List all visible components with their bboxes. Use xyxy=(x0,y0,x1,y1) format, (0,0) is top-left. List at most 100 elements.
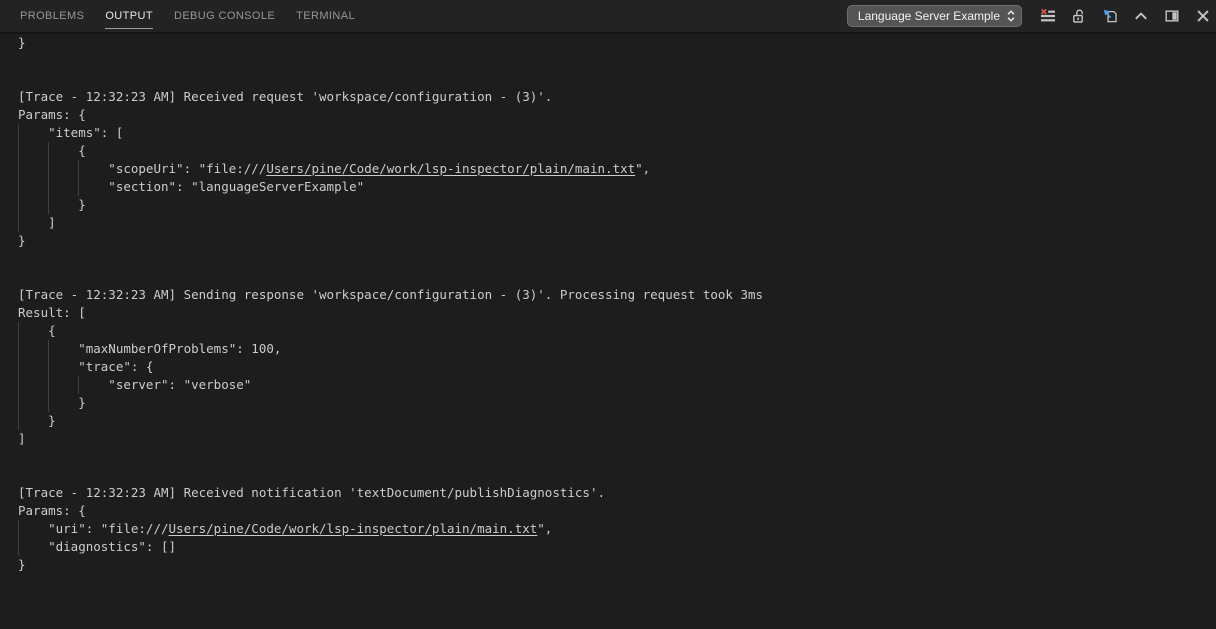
log-line xyxy=(0,70,1216,88)
log-text: ] xyxy=(18,431,26,446)
log-line: "uri": "file:///Users/pine/Code/work/lsp… xyxy=(0,520,1216,538)
log-text: ", xyxy=(635,161,650,176)
indent-guide xyxy=(18,214,19,232)
log-line: Result: [ xyxy=(0,304,1216,322)
indent-guide xyxy=(48,340,49,358)
indent-guide xyxy=(18,142,19,160)
log-text: } xyxy=(18,197,86,212)
log-text: "maxNumberOfProblems": 100, xyxy=(18,341,281,356)
log-line: } xyxy=(0,412,1216,430)
log-text: "items": [ xyxy=(18,125,123,140)
clear-output-icon[interactable] xyxy=(1039,7,1057,25)
log-line: [Trace - 12:32:23 AM] Received notificat… xyxy=(0,484,1216,502)
indent-guide xyxy=(18,322,19,340)
log-text: } xyxy=(18,395,86,410)
log-text: ] xyxy=(18,215,56,230)
log-text: { xyxy=(18,143,86,158)
indent-guide xyxy=(18,394,19,412)
log-line: { xyxy=(0,322,1216,340)
log-line xyxy=(0,448,1216,466)
log-line: } xyxy=(0,556,1216,574)
log-line: Params: { xyxy=(0,502,1216,520)
indent-guide xyxy=(48,142,49,160)
log-text: "section": "languageServerExample" xyxy=(18,179,364,194)
log-line: } xyxy=(0,394,1216,412)
panel-tab-problems[interactable]: PROBLEMS xyxy=(20,0,84,32)
output-channel-select[interactable]: Language Server Example xyxy=(847,5,1022,27)
panel-tab-label: TERMINAL xyxy=(296,10,355,22)
log-text: } xyxy=(18,413,56,428)
output-channel-select-value: Language Server Example xyxy=(858,9,1000,23)
log-line: ] xyxy=(0,430,1216,448)
panel-tab-debug-console[interactable]: DEBUG CONSOLE xyxy=(174,0,275,32)
indent-guide xyxy=(18,520,19,538)
close-panel-icon[interactable] xyxy=(1194,7,1212,25)
log-line: "items": [ xyxy=(0,124,1216,142)
log-text: } xyxy=(18,557,26,572)
log-text: { xyxy=(18,323,56,338)
log-line: } xyxy=(0,232,1216,250)
indent-guide xyxy=(78,178,79,196)
indent-guide xyxy=(48,394,49,412)
log-text: "uri": "file:/// xyxy=(18,521,169,536)
panel-tab-label: PROBLEMS xyxy=(20,10,84,22)
log-text: } xyxy=(18,233,26,248)
log-text: "diagnostics": [] xyxy=(18,539,176,554)
file-link[interactable]: Users/pine/Code/work/lsp-inspector/plain… xyxy=(169,521,538,536)
file-link[interactable]: Users/pine/Code/work/lsp-inspector/plain… xyxy=(266,161,635,176)
maximize-panel-icon[interactable] xyxy=(1132,7,1150,25)
indent-guide xyxy=(18,412,19,430)
log-text: [Trace - 12:32:23 AM] Sending response '… xyxy=(18,287,763,302)
log-line: ] xyxy=(0,214,1216,232)
indent-guide xyxy=(18,340,19,358)
log-text: ", xyxy=(537,521,552,536)
log-line: } xyxy=(0,196,1216,214)
panel-tab-terminal[interactable]: TERMINAL xyxy=(296,0,355,32)
log-line: [Trace - 12:32:23 AM] Sending response '… xyxy=(0,286,1216,304)
panel-toolbar: Language Server Example xyxy=(847,5,1212,27)
log-text: "scopeUri": "file:/// xyxy=(18,161,266,176)
panel-position-icon[interactable] xyxy=(1163,7,1181,25)
log-line: "diagnostics": [] xyxy=(0,538,1216,556)
log-line: Params: { xyxy=(0,106,1216,124)
unlock-scroll-icon[interactable] xyxy=(1070,7,1088,25)
log-line: "maxNumberOfProblems": 100, xyxy=(0,340,1216,358)
log-text: } xyxy=(18,35,26,50)
select-arrows-icon xyxy=(1007,10,1015,22)
log-line: "server": "verbose" xyxy=(0,376,1216,394)
indent-guide xyxy=(78,160,79,178)
panel-header: PROBLEMS OUTPUT DEBUG CONSOLE TERMINAL L… xyxy=(0,0,1216,34)
indent-guide xyxy=(18,124,19,142)
log-line: } xyxy=(0,34,1216,52)
indent-guide xyxy=(48,160,49,178)
log-line xyxy=(0,268,1216,286)
indent-guide xyxy=(48,376,49,394)
indent-guide xyxy=(18,358,19,376)
indent-guide xyxy=(18,178,19,196)
indent-guide xyxy=(48,358,49,376)
log-line: [Trace - 12:32:23 AM] Received request '… xyxy=(0,88,1216,106)
indent-guide xyxy=(18,538,19,556)
log-line: { xyxy=(0,142,1216,160)
open-log-file-icon[interactable] xyxy=(1101,7,1119,25)
log-text: [Trace - 12:32:23 AM] Received notificat… xyxy=(18,485,605,500)
log-text: Result: [ xyxy=(18,305,86,320)
log-line xyxy=(0,466,1216,484)
log-line xyxy=(0,250,1216,268)
log-text: Params: { xyxy=(18,107,86,122)
log-line: "trace": { xyxy=(0,358,1216,376)
indent-guide xyxy=(78,376,79,394)
panel-tab-label: OUTPUT xyxy=(105,10,153,22)
panel-tab-output[interactable]: OUTPUT xyxy=(105,0,153,32)
panel-tabs: PROBLEMS OUTPUT DEBUG CONSOLE TERMINAL xyxy=(20,0,355,32)
indent-guide xyxy=(48,196,49,214)
log-text: Params: { xyxy=(18,503,86,518)
output-log[interactable]: } [Trace - 12:32:23 AM] Received request … xyxy=(0,34,1216,574)
log-line xyxy=(0,52,1216,70)
indent-guide xyxy=(48,178,49,196)
log-text: "server": "verbose" xyxy=(18,377,251,392)
panel-tab-label: DEBUG CONSOLE xyxy=(174,10,275,22)
log-text: "trace": { xyxy=(18,359,153,374)
indent-guide xyxy=(18,196,19,214)
log-line: "section": "languageServerExample" xyxy=(0,178,1216,196)
